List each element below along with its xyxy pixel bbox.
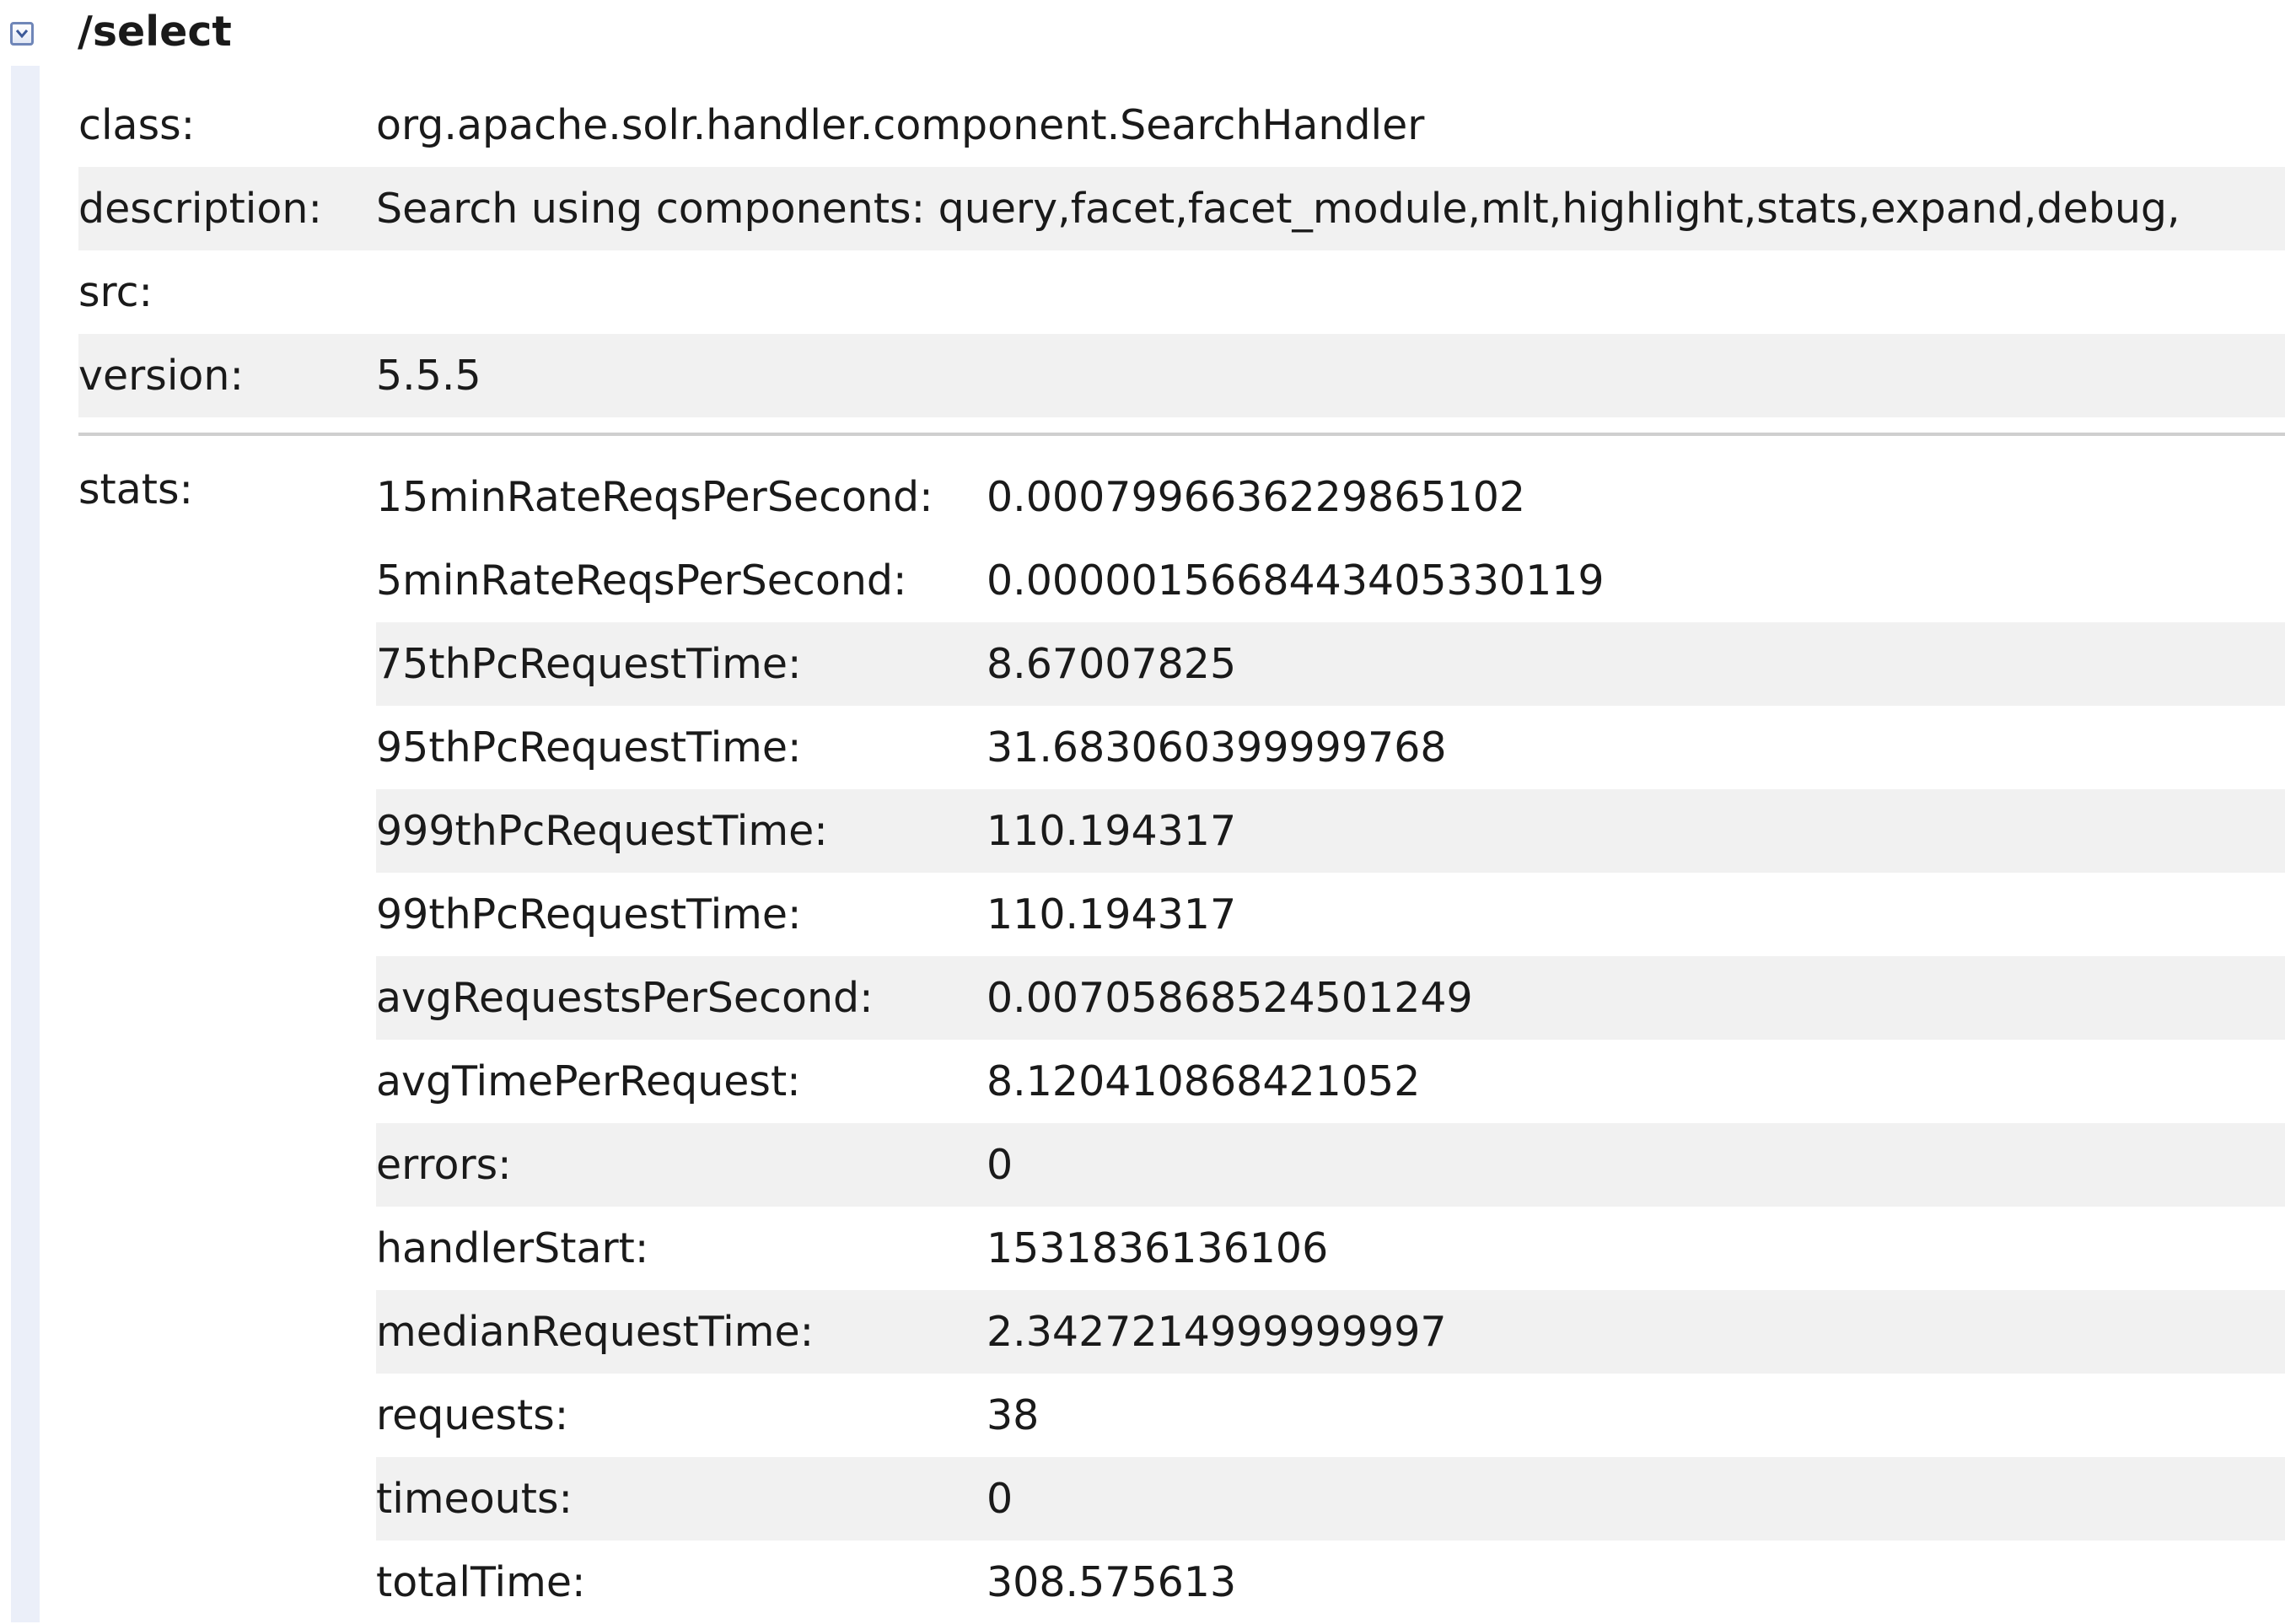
stats-value: 308.575613: [987, 1558, 1237, 1606]
stats-divider: [78, 433, 2285, 436]
stats-key: errors:: [376, 1141, 512, 1189]
stats-key: handlerStart:: [376, 1224, 649, 1272]
stats-key: 999thPcRequestTime:: [376, 807, 828, 855]
stats-key: 15minRateReqsPerSecond:: [376, 473, 933, 521]
stats-row: 99thPcRequestTime: 110.194317: [376, 873, 2285, 956]
stats-key: 99thPcRequestTime:: [376, 890, 802, 938]
stats-key: avgRequestsPerSecond:: [376, 974, 874, 1022]
property-row-class: class: org.apache.solr.handler.component…: [78, 83, 2285, 167]
stats-row: 999thPcRequestTime: 110.194317: [376, 789, 2285, 873]
stats-row: 95thPcRequestTime: 31.683060399999768: [376, 706, 2285, 789]
property-key: class:: [78, 101, 196, 149]
stats-table: 15minRateReqsPerSecond: 0.00079966362298…: [376, 455, 2285, 1624]
stats-row: totalTime: 308.575613: [376, 1541, 2285, 1624]
stats-value: 8.120410868421052: [987, 1057, 1421, 1105]
handler-name-link[interactable]: /select: [78, 5, 232, 59]
property-value: 5.5.5: [376, 352, 481, 400]
stats-value: 110.194317: [987, 807, 1237, 855]
property-row-description: description: Search using components: qu…: [78, 167, 2285, 250]
stats-row: avgRequestsPerSecond: 0.0070586852450124…: [376, 956, 2285, 1040]
stats-value: 31.683060399999768: [987, 723, 1447, 772]
collapse-toggle-icon[interactable]: [10, 22, 34, 46]
stats-label: stats:: [78, 465, 194, 514]
left-indent-bar: [11, 66, 40, 1622]
stats-key: 75thPcRequestTime:: [376, 640, 802, 688]
property-row-version: version: 5.5.5: [78, 334, 2285, 417]
stats-key: medianRequestTime:: [376, 1308, 815, 1356]
stats-key: totalTime:: [376, 1558, 586, 1606]
stats-key: 5minRateReqsPerSecond:: [376, 557, 907, 605]
stats-value: 38: [987, 1391, 1040, 1439]
stats-row: errors: 0: [376, 1123, 2285, 1207]
property-row-src: src:: [78, 250, 2285, 334]
stats-value: 110.194317: [987, 890, 1237, 938]
stats-key: timeouts:: [376, 1475, 573, 1523]
stats-row: requests: 38: [376, 1374, 2285, 1457]
stats-value: 2.3427214999999997: [987, 1308, 1447, 1356]
handler-header: /select: [0, 0, 2285, 66]
stats-value: 0.0007996636229865102: [987, 473, 1526, 521]
stats-row: handlerStart: 1531836136106: [376, 1207, 2285, 1290]
stats-key: requests:: [376, 1391, 569, 1439]
property-key: src:: [78, 268, 153, 316]
property-value: Search using components: query,facet,fac…: [376, 185, 2180, 233]
property-key: description:: [78, 185, 322, 233]
stats-value: 0: [987, 1141, 1013, 1189]
property-value: org.apache.solr.handler.component.Search…: [376, 101, 1425, 149]
stats-row: 5minRateReqsPerSecond: 0.000001566844340…: [376, 539, 2285, 622]
stats-value: 1531836136106: [987, 1224, 1329, 1272]
stats-value: 8.67007825: [987, 640, 1237, 688]
stats-key: avgTimePerRequest:: [376, 1057, 801, 1105]
stats-value: 0.0000015668443405330119: [987, 557, 1605, 605]
stats-row: timeouts: 0: [376, 1457, 2285, 1541]
stats-row: 75thPcRequestTime: 8.67007825: [376, 622, 2285, 706]
stats-row: 15minRateReqsPerSecond: 0.00079966362298…: [376, 455, 2285, 539]
property-key: version:: [78, 352, 244, 400]
stats-row: medianRequestTime: 2.3427214999999997: [376, 1290, 2285, 1374]
stats-value: 0.00705868524501249: [987, 974, 1473, 1022]
stats-row: avgTimePerRequest: 8.120410868421052: [376, 1040, 2285, 1123]
stats-value: 0: [987, 1475, 1013, 1523]
stats-key: 95thPcRequestTime:: [376, 723, 802, 772]
